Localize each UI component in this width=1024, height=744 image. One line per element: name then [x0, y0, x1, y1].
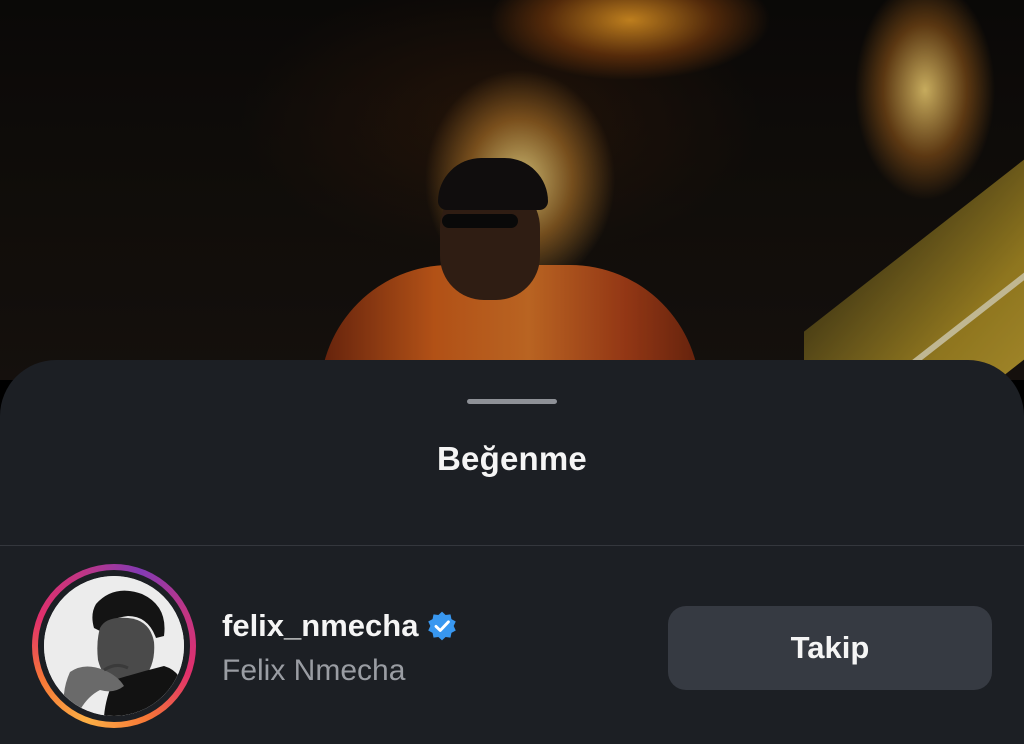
verified-badge-icon	[428, 611, 457, 641]
username[interactable]: felix_nmecha	[222, 608, 418, 644]
follow-button[interactable]: Takip	[668, 606, 992, 690]
full-name: Felix Nmecha	[222, 654, 406, 687]
screen: Beğenme felix_nmecha Felix Nmecha Takip	[0, 0, 1024, 744]
user-list-item[interactable]: felix_nmecha Felix Nmecha Takip	[0, 546, 1024, 744]
avatar-image	[44, 576, 184, 716]
likes-bottom-sheet: Beğenme felix_nmecha Felix Nmecha Takip	[0, 360, 1024, 744]
story-ring[interactable]	[32, 564, 196, 728]
sheet-title: Beğenme	[437, 440, 587, 477]
avatar[interactable]	[44, 576, 184, 716]
sheet-grabber-handle[interactable]	[467, 399, 557, 404]
username-line: felix_nmecha	[222, 608, 458, 644]
post-photo	[0, 0, 1024, 532]
photo-dim-overlay	[0, 0, 1024, 380]
